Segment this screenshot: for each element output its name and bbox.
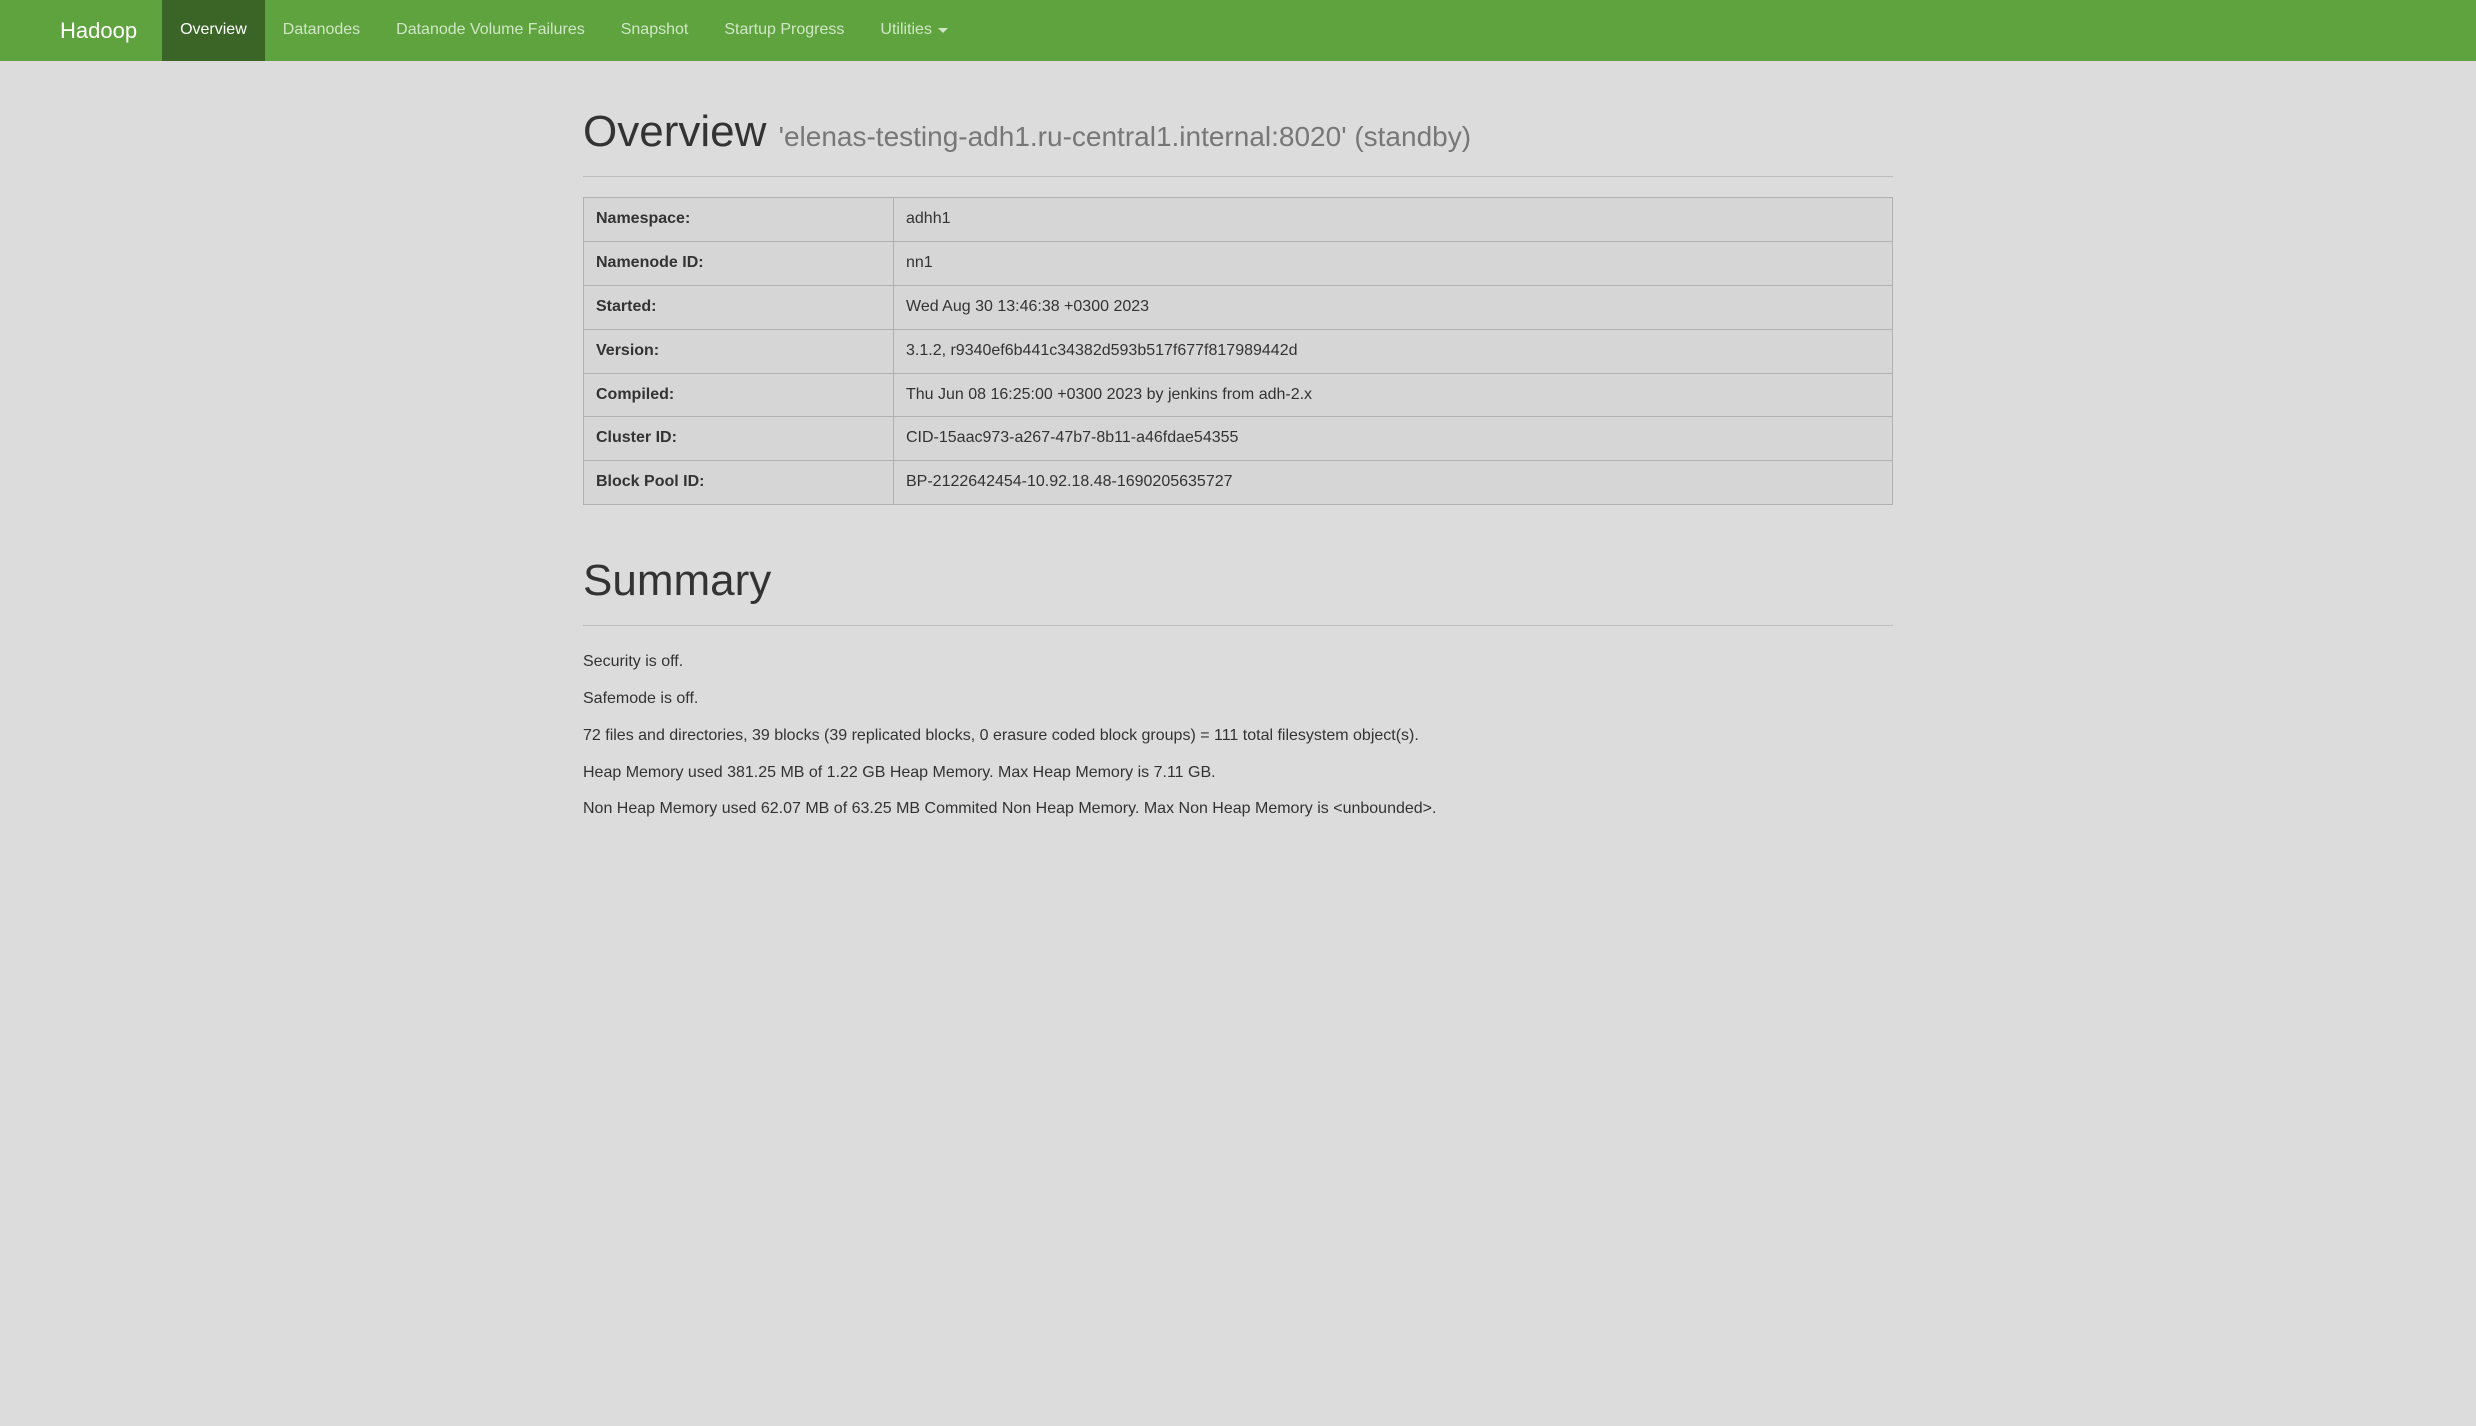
main-container: Overview 'elenas-testing-adh1.ru-central…: [568, 101, 1908, 821]
summary-header: Summary: [583, 550, 1893, 626]
nav-label: Startup Progress: [724, 19, 844, 42]
table-row: Version: 3.1.2, r9340ef6b441c34382d593b5…: [584, 329, 1893, 373]
row-value: adhh1: [894, 198, 1893, 242]
nav-item-utilities[interactable]: Utilities: [862, 0, 966, 61]
nav-item-datanode-volume-failures[interactable]: Datanode Volume Failures: [378, 0, 603, 61]
summary-heap: Heap Memory used 381.25 MB of 1.22 GB He…: [583, 762, 1893, 785]
summary-filesystem: 72 files and directories, 39 blocks (39 …: [583, 725, 1893, 748]
row-value: CID-15aac973-a267-47b7-8b11-a46fdae54355: [894, 417, 1893, 461]
row-value: nn1: [894, 242, 1893, 286]
page-title: Overview 'elenas-testing-adh1.ru-central…: [583, 101, 1893, 164]
row-label: Compiled:: [584, 373, 894, 417]
row-label: Started:: [584, 285, 894, 329]
summary-title: Summary: [583, 550, 1893, 613]
top-navbar: Hadoop Overview Datanodes Datanode Volum…: [0, 0, 2476, 61]
nav-item-startup-progress[interactable]: Startup Progress: [706, 0, 862, 61]
table-row: Namenode ID: nn1: [584, 242, 1893, 286]
brand-link[interactable]: Hadoop: [60, 0, 152, 61]
summary-security: Security is off.: [583, 651, 1893, 674]
table-row: Cluster ID: CID-15aac973-a267-47b7-8b11-…: [584, 417, 1893, 461]
nav-label: Snapshot: [621, 19, 689, 42]
summary-body: Security is off. Safemode is off. 72 fil…: [583, 651, 1893, 821]
overview-subtitle: 'elenas-testing-adh1.ru-central1.interna…: [779, 121, 1471, 152]
nav-item-snapshot[interactable]: Snapshot: [603, 0, 707, 61]
row-label: Namespace:: [584, 198, 894, 242]
overview-title-text: Overview: [583, 107, 766, 156]
nav-item-datanodes[interactable]: Datanodes: [265, 0, 378, 61]
table-row: Started: Wed Aug 30 13:46:38 +0300 2023: [584, 285, 1893, 329]
nav-label: Overview: [180, 19, 247, 42]
table-row: Block Pool ID: BP-2122642454-10.92.18.48…: [584, 461, 1893, 505]
overview-table: Namespace: adhh1 Namenode ID: nn1 Starte…: [583, 197, 1893, 505]
row-label: Block Pool ID:: [584, 461, 894, 505]
table-row: Namespace: adhh1: [584, 198, 1893, 242]
summary-safemode: Safemode is off.: [583, 688, 1893, 711]
nav-label: Datanodes: [283, 19, 360, 42]
row-value: BP-2122642454-10.92.18.48-1690205635727: [894, 461, 1893, 505]
nav-item-overview[interactable]: Overview: [162, 0, 265, 61]
nav-list: Overview Datanodes Datanode Volume Failu…: [162, 0, 966, 61]
row-label: Version:: [584, 329, 894, 373]
nav-label: Utilities: [880, 19, 932, 42]
row-label: Cluster ID:: [584, 417, 894, 461]
row-label: Namenode ID:: [584, 242, 894, 286]
row-value: Thu Jun 08 16:25:00 +0300 2023 by jenkin…: [894, 373, 1893, 417]
row-value: 3.1.2, r9340ef6b441c34382d593b517f677f81…: [894, 329, 1893, 373]
summary-nonheap: Non Heap Memory used 62.07 MB of 63.25 M…: [583, 798, 1893, 821]
table-row: Compiled: Thu Jun 08 16:25:00 +0300 2023…: [584, 373, 1893, 417]
row-value: Wed Aug 30 13:46:38 +0300 2023: [894, 285, 1893, 329]
nav-label: Datanode Volume Failures: [396, 19, 585, 42]
overview-header: Overview 'elenas-testing-adh1.ru-central…: [583, 101, 1893, 177]
caret-down-icon: [938, 28, 948, 33]
